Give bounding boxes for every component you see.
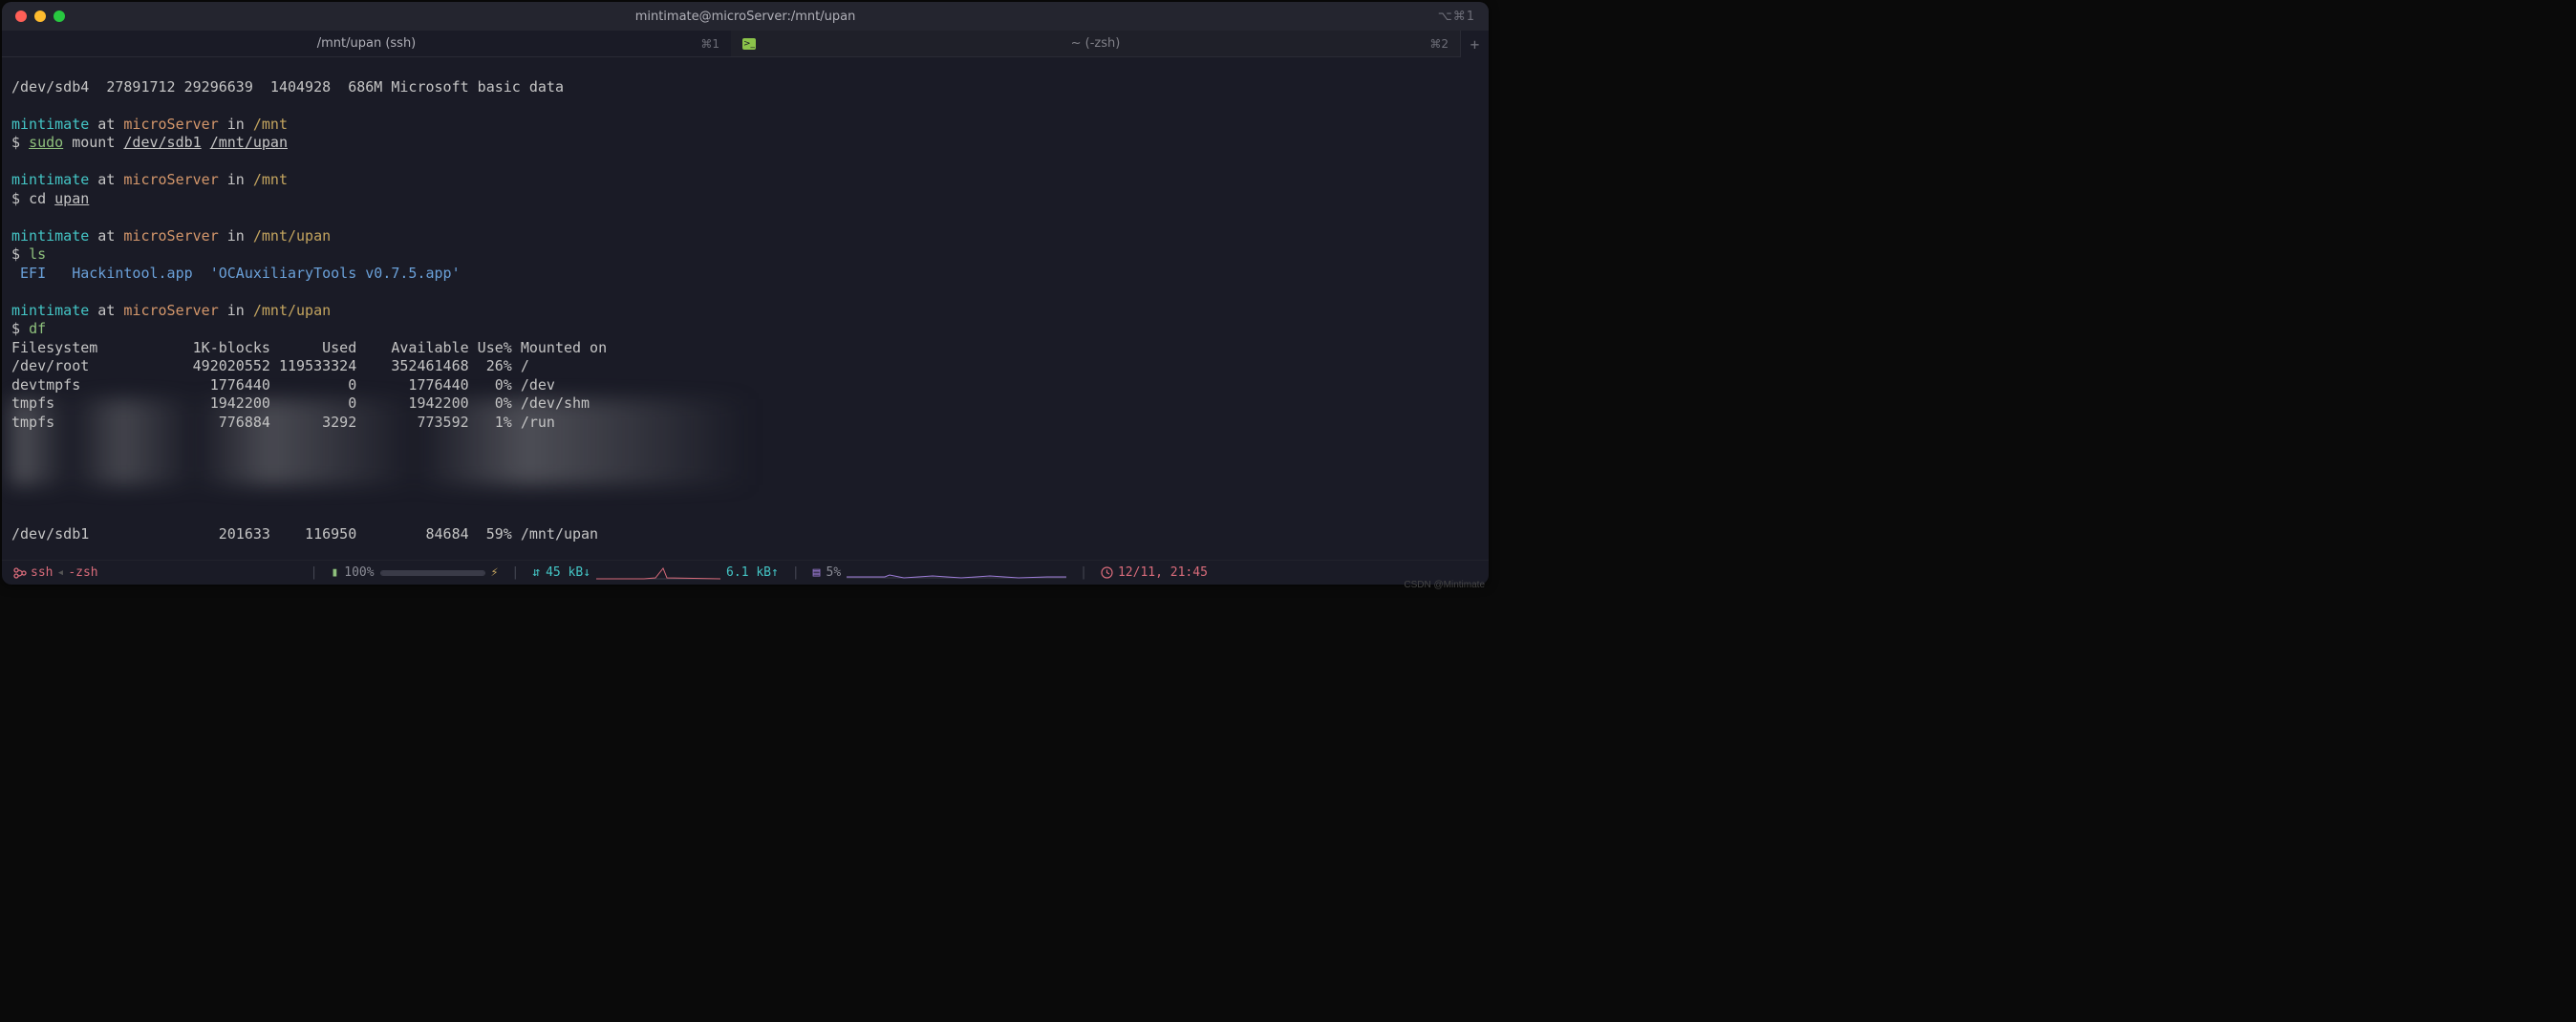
df-row: tmpfs 1942200 0 1942200 0% /dev/shm <box>11 394 590 412</box>
tab-bar: /mnt/upan (ssh) ⌘1 >_ ~ (-zsh) ⌘2 + <box>2 31 1489 57</box>
cmd-df: df <box>29 320 46 337</box>
terminal-content[interactable]: /dev/sdb4 27891712 29296639 1404928 686M… <box>2 57 1489 560</box>
maximize-icon[interactable] <box>54 11 65 22</box>
cmd-arg: /mnt/upan <box>210 134 288 151</box>
tab-label: /mnt/upan (ssh) <box>317 36 417 51</box>
status-session[interactable]: ssh ◂ -zsh <box>13 565 98 580</box>
traffic-lights <box>2 11 65 22</box>
status-clock: 12/11, 21:45 <box>1101 565 1208 580</box>
prompt-path: /mnt <box>253 116 288 133</box>
battery-bar <box>380 570 485 576</box>
tab-ssh[interactable]: /mnt/upan (ssh) ⌘1 <box>2 31 731 57</box>
cmd-ls: ls <box>29 245 46 263</box>
network-icon: ⇵ <box>532 565 540 580</box>
tab-label: ~ (-zsh) <box>1071 36 1121 51</box>
tab-shortcut: ⌘2 <box>1424 37 1449 51</box>
bolt-icon: ⚡ <box>491 565 499 580</box>
redacted-rows <box>11 399 747 485</box>
df-row: /dev/sdb1 201633 116950 84684 59% /mnt/u… <box>11 525 598 543</box>
status-network: ⇵ 45 kB↓ 6.1 kB↑ <box>532 565 779 581</box>
cmd-arg: /dev/sdb1 <box>123 134 201 151</box>
output-line: /dev/sdb4 27891712 29296639 1404928 686M… <box>11 78 564 96</box>
cmd-sudo: sudo <box>29 134 63 151</box>
clock-icon <box>1101 566 1113 579</box>
branch-icon <box>13 567 27 579</box>
df-header: Filesystem 1K-blocks Used Available Use%… <box>11 339 607 356</box>
ls-item: 'OCAuxiliaryTools v0.7.5.app' <box>210 265 461 282</box>
terminal-icon: >_ <box>742 38 756 50</box>
cpu-icon: ▤ <box>813 565 821 580</box>
minimize-icon[interactable] <box>34 11 46 22</box>
df-row: /dev/root 492020552 119533324 352461468 … <box>11 357 529 374</box>
window-title: mintimate@microServer:/mnt/upan <box>2 10 1489 24</box>
status-cpu: ▤ 5% <box>813 565 1066 581</box>
watermark: CSDN @Mintimate <box>1404 580 1485 590</box>
status-bar: ssh ◂ -zsh | ▮ 100% ⚡ | ⇵ 45 kB↓ 6.1 kB↑… <box>2 560 1489 585</box>
tab-shortcut: ⌘1 <box>700 37 719 51</box>
df-row: tmpfs 776884 3292 773592 1% /run <box>11 414 555 431</box>
ls-item: Hackintool.app <box>72 265 210 282</box>
cmd-arg: upan <box>54 190 89 207</box>
titlebar: mintimate@microServer:/mnt/upan ⌥⌘1 <box>2 2 1489 31</box>
terminal-window: mintimate@microServer:/mnt/upan ⌥⌘1 /mnt… <box>2 2 1489 585</box>
close-icon[interactable] <box>15 11 27 22</box>
prompt-user: mintimate <box>11 116 89 133</box>
net-sparkline <box>596 565 720 581</box>
new-tab-button[interactable]: + <box>1460 31 1489 57</box>
cmd-cd: cd <box>29 190 54 207</box>
prompt-host: microServer <box>123 116 218 133</box>
status-battery: ▮ 100% ⚡ <box>331 565 498 580</box>
df-row: devtmpfs 1776440 0 1776440 0% /dev <box>11 376 555 394</box>
tab-zsh[interactable]: >_ ~ (-zsh) ⌘2 <box>731 31 1460 57</box>
ls-item: EFI <box>11 265 72 282</box>
separator: | <box>311 565 318 580</box>
battery-icon: ▮ <box>331 565 338 580</box>
window-shortcut: ⌥⌘1 <box>1438 10 1475 24</box>
cpu-sparkline <box>847 565 1066 581</box>
